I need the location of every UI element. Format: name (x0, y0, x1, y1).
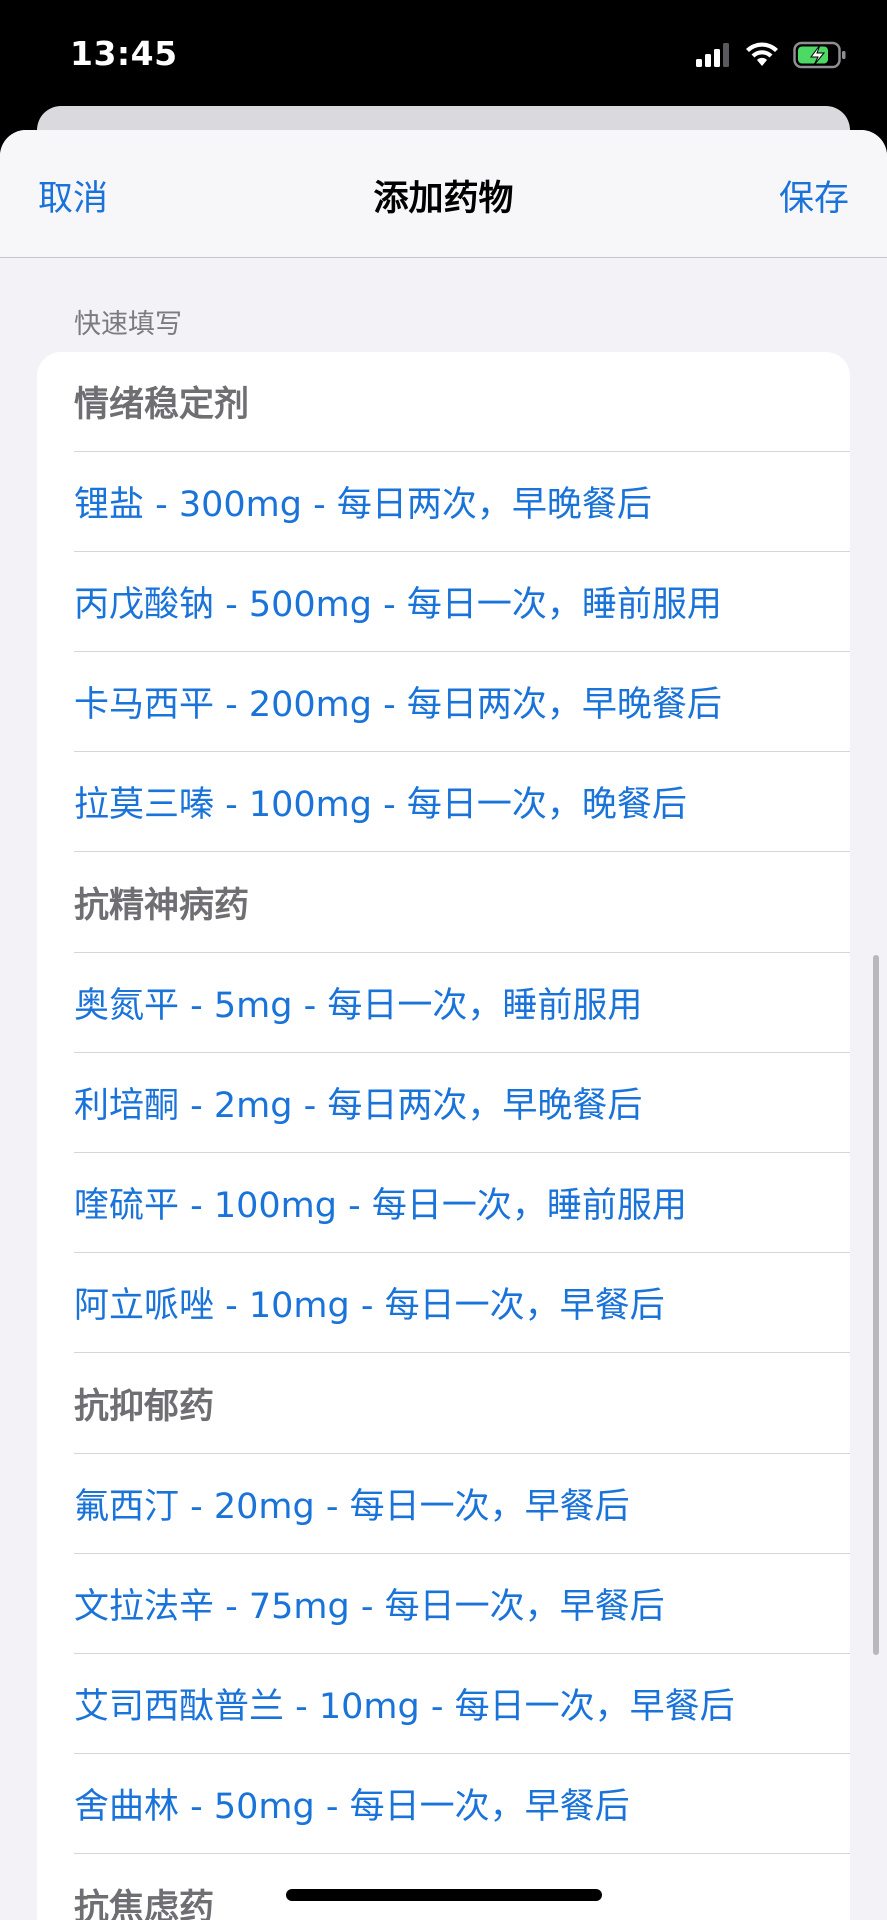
list-item[interactable]: 喹硫平 - 100mg - 每日一次，睡前服用 (74, 1153, 850, 1253)
navigation-bar: 取消 添加药物 保存 (0, 130, 887, 258)
battery-charging-icon (793, 41, 847, 73)
list-item[interactable]: 拉莫三嗪 - 100mg - 每日一次，晚餐后 (74, 752, 850, 852)
group-title-antipsychotics: 抗精神病药 (74, 852, 850, 953)
list-item[interactable]: 阿立哌唑 - 10mg - 每日一次，早餐后 (74, 1253, 850, 1353)
group-title-antidepressants: 抗抑郁药 (74, 1353, 850, 1454)
quick-fill-header: 快速填写 (74, 309, 182, 340)
list-item[interactable]: 锂盐 - 300mg - 每日两次，早晚餐后 (74, 452, 850, 552)
status-bar: 13:45 (0, 0, 887, 110)
list-item[interactable]: 奥氮平 - 5mg - 每日一次，睡前服用 (74, 953, 850, 1053)
save-button[interactable]: 保存 (779, 170, 849, 221)
status-icons (695, 40, 847, 74)
list-item[interactable]: 氟西汀 - 20mg - 每日一次，早餐后 (74, 1454, 850, 1554)
list-item[interactable]: 利培酮 - 2mg - 每日两次，早晚餐后 (74, 1053, 850, 1153)
quick-fill-list: 情绪稳定剂 锂盐 - 300mg - 每日两次，早晚餐后 丙戊酸钠 - 500m… (37, 352, 850, 1920)
status-time: 13:45 (70, 34, 178, 73)
group-title-anxiolytics: 抗焦虑药 (74, 1854, 850, 1920)
list-item[interactable]: 文拉法辛 - 75mg - 每日一次，早餐后 (74, 1554, 850, 1654)
list-item[interactable]: 丙戊酸钠 - 500mg - 每日一次，睡前服用 (74, 552, 850, 652)
list-item[interactable]: 卡马西平 - 200mg - 每日两次，早晚餐后 (74, 652, 850, 752)
wifi-icon (745, 42, 779, 72)
list-item[interactable]: 艾司西酞普兰 - 10mg - 每日一次，早餐后 (74, 1654, 850, 1754)
cellular-signal-icon (695, 42, 731, 72)
scrollbar[interactable] (873, 955, 879, 1655)
page-title: 添加药物 (373, 179, 514, 219)
add-medication-sheet: 取消 添加药物 保存 快速填写 情绪稳定剂 锂盐 - 300mg - 每日两次，… (0, 130, 887, 1920)
group-title-mood-stabilizers: 情绪稳定剂 (74, 352, 850, 452)
list-item[interactable]: 舍曲林 - 50mg - 每日一次，早餐后 (74, 1754, 850, 1854)
home-indicator[interactable] (286, 1889, 602, 1901)
